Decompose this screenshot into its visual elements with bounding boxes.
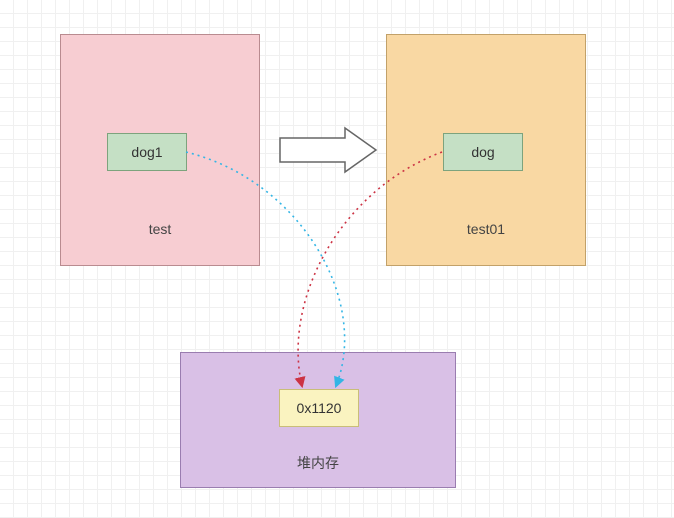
label-test: test bbox=[61, 221, 259, 237]
arrow-test-to-test01 bbox=[280, 128, 376, 172]
label-dog: dog bbox=[471, 144, 494, 160]
box-address: 0x1120 bbox=[279, 389, 359, 427]
label-test01: test01 bbox=[387, 221, 585, 237]
label-dog1: dog1 bbox=[131, 144, 162, 160]
box-dog1: dog1 bbox=[107, 133, 187, 171]
box-heap: 0x1120 堆内存 bbox=[180, 352, 456, 488]
label-address: 0x1120 bbox=[297, 400, 342, 416]
box-dog: dog bbox=[443, 133, 523, 171]
label-heap: 堆内存 bbox=[181, 453, 455, 473]
box-test01: dog test01 bbox=[386, 34, 586, 266]
box-test: dog1 test bbox=[60, 34, 260, 266]
